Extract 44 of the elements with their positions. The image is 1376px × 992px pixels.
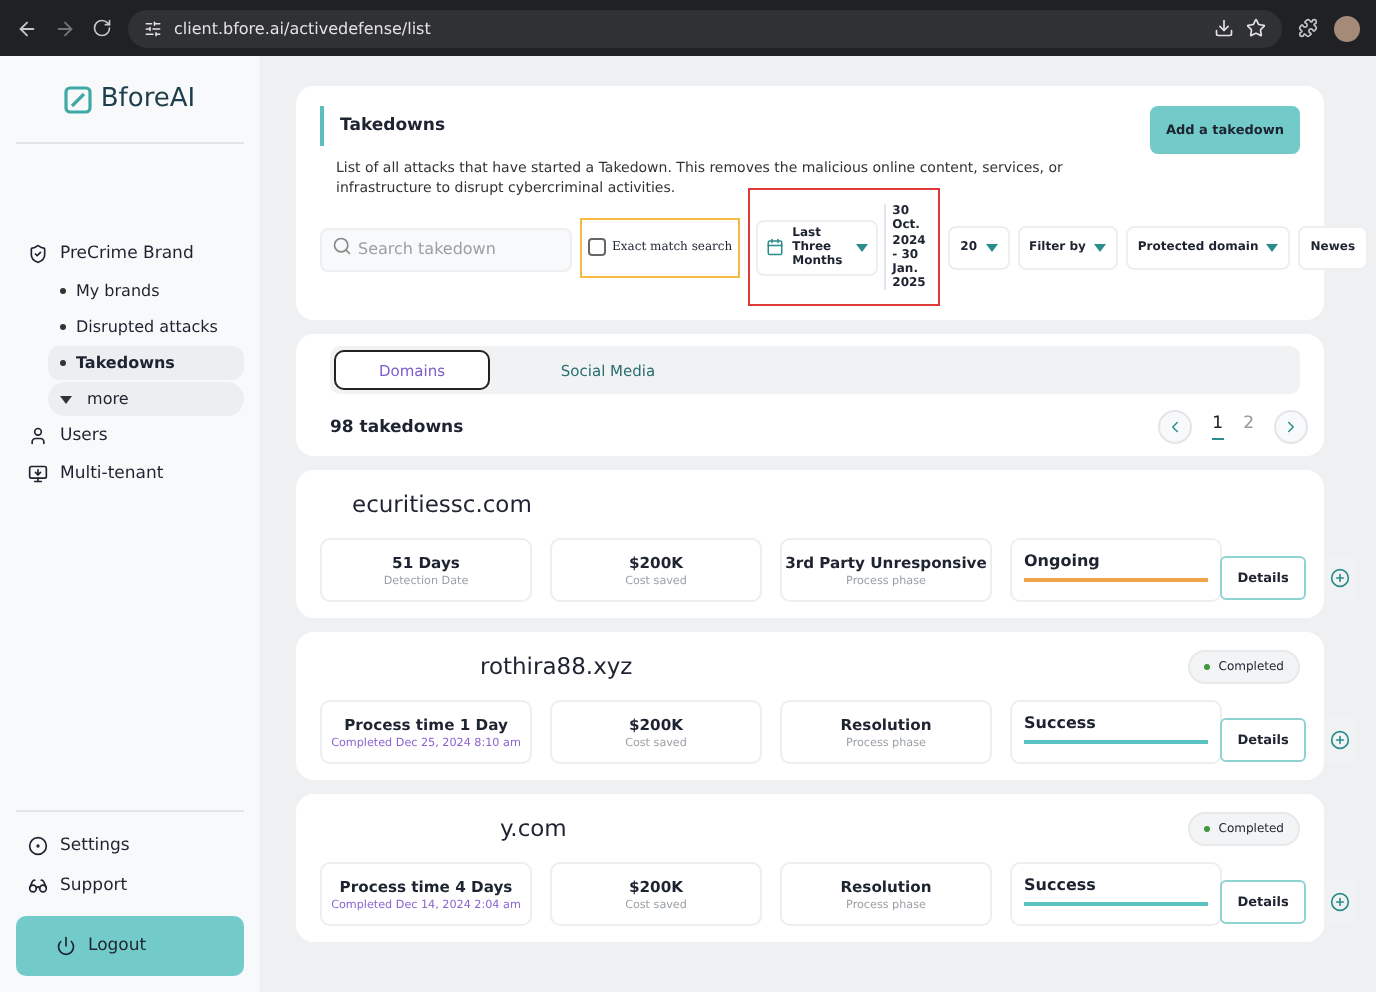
settings-icon — [28, 836, 48, 856]
star-icon[interactable] — [1246, 18, 1266, 38]
back-icon[interactable] — [16, 17, 38, 39]
sidebar-item[interactable]: Users — [16, 418, 244, 454]
sidebar-item[interactable]: Support — [16, 868, 244, 904]
calendar-icon — [766, 238, 785, 257]
sidebar-item[interactable]: Settings — [16, 828, 244, 864]
status-panel: Success — [1010, 862, 1222, 926]
logo-text: BforeAI — [100, 84, 196, 114]
domain-name: y.com — [498, 814, 567, 842]
domain-name: ecuritiessc.com — [350, 490, 532, 518]
page-number[interactable]: 1 — [1212, 414, 1224, 440]
user-icon — [28, 426, 48, 446]
page-title: Takedowns — [320, 106, 462, 146]
avatar-icon[interactable] — [1334, 15, 1360, 41]
extensions-icon[interactable] — [1298, 18, 1318, 38]
logo-icon — [64, 85, 93, 113]
monitor-icon — [28, 464, 48, 484]
status-panel: Ongoing — [1010, 538, 1222, 602]
install-icon[interactable] — [1214, 18, 1234, 38]
more-toggle[interactable]: more — [48, 382, 244, 416]
plus-icon — [1330, 730, 1350, 750]
power-icon — [56, 936, 76, 956]
takedown-count: 98 takedowns — [330, 417, 464, 437]
sidebar-item[interactable]: Multi-tenant — [16, 456, 244, 492]
glasses-icon — [28, 876, 48, 896]
sidebar-subitem[interactable]: Disrupted attacks — [48, 310, 244, 344]
search-field[interactable]: Search takedown — [320, 227, 572, 272]
forward-icon[interactable] — [54, 17, 76, 39]
plus-icon — [1330, 568, 1350, 588]
sidebar-subitem[interactable]: My brands — [48, 274, 244, 308]
domain-name: rothira88.xyz — [478, 652, 633, 680]
site-settings-icon[interactable] — [144, 19, 162, 37]
shield-icon — [28, 244, 48, 264]
status-panel: Success — [1010, 700, 1222, 764]
sidebar-item[interactable]: PreCrime Brand — [16, 236, 244, 272]
plus-icon — [1330, 892, 1350, 912]
logout-button[interactable]: Logout — [16, 916, 244, 976]
address-bar[interactable]: client.bfore.ai/activedefense/list — [128, 9, 1282, 47]
sidebar-subitem[interactable]: Takedowns — [48, 346, 244, 380]
chevron-right-icon — [1282, 418, 1300, 436]
url-text: client.bfore.ai/activedefense/list — [174, 19, 431, 37]
reload-icon[interactable] — [92, 18, 112, 38]
search-icon — [332, 236, 352, 257]
